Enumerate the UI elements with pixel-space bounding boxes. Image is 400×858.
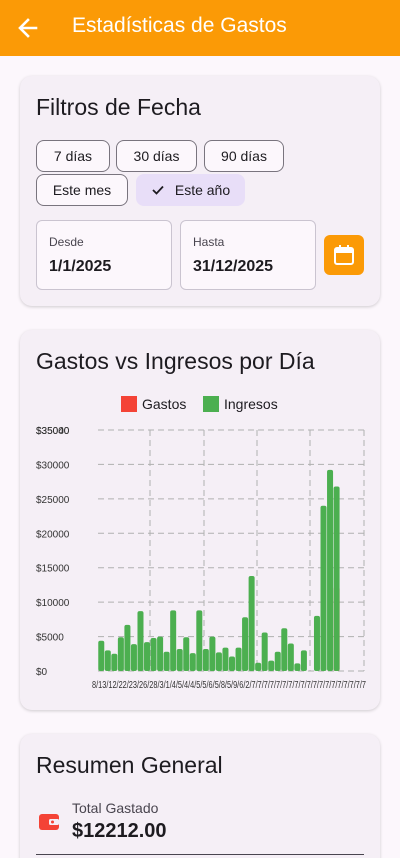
total-spent-value: $12212.00 xyxy=(72,820,167,842)
y-tick-label: $10000 xyxy=(36,598,70,609)
bar-ingresos xyxy=(183,637,190,671)
bar-ingresos xyxy=(124,624,131,671)
bar-ingresos xyxy=(202,648,209,671)
legend-ingresos: Ingresos xyxy=(203,396,278,412)
hasta-label: Hasta xyxy=(193,235,225,249)
desde-value: 1/1/2025 xyxy=(49,258,112,275)
total-spent-row: Total Gastado $12212.00 xyxy=(36,798,364,858)
calendar-icon xyxy=(334,245,354,265)
bar-ingresos xyxy=(170,610,177,671)
hasta-value: 31/12/2025 xyxy=(193,258,274,275)
chip-label: 90 días xyxy=(221,148,267,164)
bar-ingresos xyxy=(255,662,262,671)
bar-ingresos xyxy=(98,640,105,671)
total-spent-label: Total Gastado xyxy=(72,800,159,816)
bar-ingresos xyxy=(209,636,216,671)
calendar-button[interactable] xyxy=(324,235,364,275)
chip-90-days[interactable]: 90 días xyxy=(204,140,284,172)
legend-label-ingresos: Ingresos xyxy=(224,396,278,412)
bar-ingresos xyxy=(313,615,320,671)
bar-ingresos xyxy=(333,486,340,671)
bar-ingresos xyxy=(104,650,111,671)
check-icon xyxy=(152,185,164,195)
bar-ingresos xyxy=(235,647,242,671)
divider xyxy=(36,854,364,855)
chip-30-days[interactable]: 30 días xyxy=(116,140,197,172)
y-tick-label: $0 xyxy=(36,667,48,678)
bar-ingresos xyxy=(274,651,281,671)
bar-chart: $0 $5000 $10000 $15000 $20000 $25000 $30000 $35… xyxy=(36,426,366,691)
bar-ingresos xyxy=(215,652,222,671)
bar-ingresos xyxy=(294,663,301,671)
chip-este-mes[interactable]: Este mes xyxy=(36,174,128,206)
bar-ingresos xyxy=(196,610,203,671)
chip-label: Este mes xyxy=(52,182,112,198)
legend-gastos: Gastos xyxy=(121,396,186,412)
bar-ingresos xyxy=(242,617,249,671)
summary-title: Resumen General xyxy=(36,752,223,778)
y-tick-label: $15000 xyxy=(36,564,70,575)
app-bar: Estadísticas de Gastos xyxy=(0,0,400,56)
bar-ingresos xyxy=(137,611,144,671)
y-tick-label: $5000 xyxy=(36,633,64,644)
date-filter-card: Filtros de Fecha 7 días 30 días 90 días … xyxy=(20,76,380,306)
hasta-date-field[interactable]: Hasta 31/12/2025 xyxy=(180,220,316,290)
y-tick-label: $20000 xyxy=(36,529,70,540)
desde-label: Desde xyxy=(49,235,84,249)
bar-ingresos xyxy=(130,644,137,671)
bar-ingresos xyxy=(300,650,307,671)
bar-ingresos xyxy=(287,643,294,671)
bar-ingresos xyxy=(327,469,334,671)
bar-ingresos xyxy=(150,637,157,671)
bar-ingresos xyxy=(189,653,196,671)
bar-ingresos xyxy=(111,653,118,671)
bar-ingresos xyxy=(222,647,229,671)
back-button[interactable] xyxy=(12,12,44,44)
chart-card: Gastos vs Ingresos por Día Gastos Ingres… xyxy=(20,330,380,710)
desde-date-field[interactable]: Desde 1/1/2025 xyxy=(36,220,172,290)
summary-card: Resumen General Total Gastado $12212.00 xyxy=(20,734,380,858)
y-tick-label: $35040 xyxy=(36,426,70,437)
y-tick-label: $30000 xyxy=(36,460,70,471)
bar-ingresos xyxy=(228,656,236,671)
bar-ingresos xyxy=(157,636,164,671)
chip-7-days[interactable]: 7 días xyxy=(36,140,110,172)
bar-ingresos xyxy=(261,632,268,671)
bar-ingresos xyxy=(117,637,124,671)
bar-ingresos xyxy=(320,505,327,671)
bar-ingresos xyxy=(176,648,183,671)
chip-label: 7 días xyxy=(53,148,93,164)
bar-ingresos xyxy=(144,642,151,671)
legend-swatch-ingresos xyxy=(203,396,219,412)
page-title: Estadísticas de Gastos xyxy=(72,14,287,37)
legend-swatch-gastos xyxy=(121,396,137,412)
date-filter-title: Filtros de Fecha xyxy=(36,94,201,120)
bar-ingresos xyxy=(268,660,275,671)
chip-label: Este año xyxy=(174,182,231,198)
arrow-back-icon xyxy=(18,18,38,38)
y-tick-label: $25000 xyxy=(36,495,70,506)
chart-title: Gastos vs Ingresos por Día xyxy=(36,348,315,374)
legend-label-gastos: Gastos xyxy=(142,396,187,412)
x-tick-labels: 8/13/12/22/23/26/28/3/1/4/5/4/4/5/5/6/5/… xyxy=(92,680,366,691)
chip-este-ano[interactable]: Este año xyxy=(136,174,245,206)
bar-ingresos xyxy=(163,651,170,671)
wallet-icon xyxy=(39,814,59,830)
bar-ingresos xyxy=(281,628,288,671)
bar-ingresos xyxy=(248,575,255,671)
chip-label: 30 días xyxy=(133,148,180,164)
